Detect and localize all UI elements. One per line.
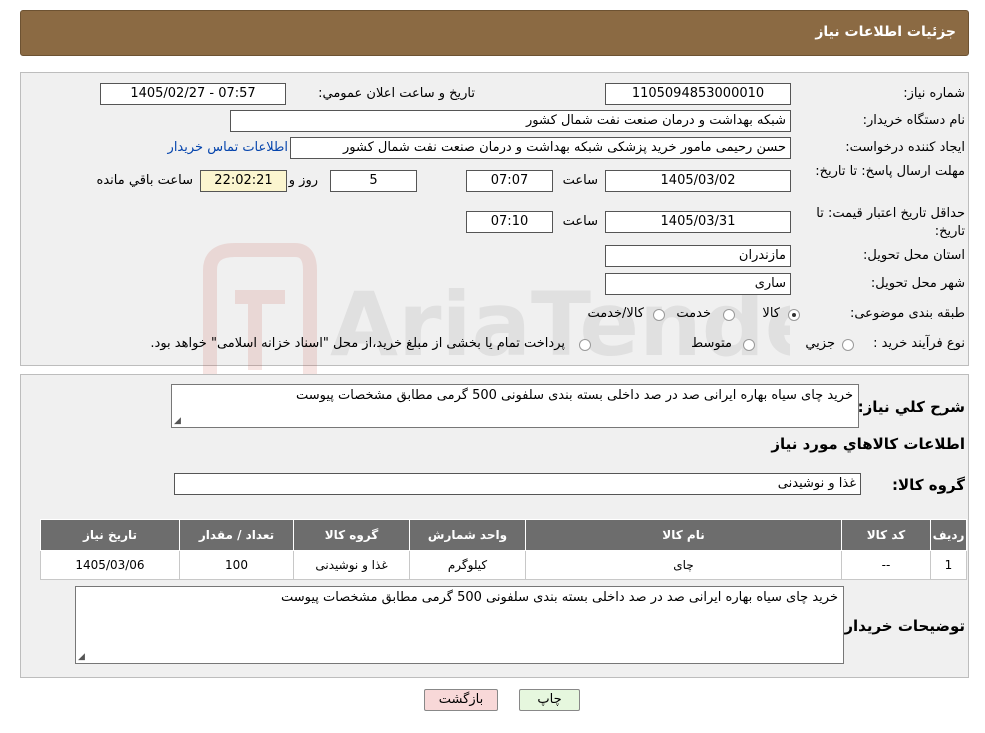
process-option-minor: جزيي [805,336,835,351]
process-treasury-note: پرداخت تمام يا بخشی از مبلغ خريد،از محل … [150,336,565,351]
announce-date-field: 1405/02/27 - 07:57 [100,83,286,105]
cell-row-number: 1 [930,550,967,580]
need-number-label: شماره نیاز: [903,86,965,101]
page-header: جزئیات اطلاعات نیاز [20,10,969,56]
buyer-org-field: شبکه بهداشت و درمان صنعت نفت شمال کشور [230,110,791,132]
resize-handle-icon[interactable]: ◢ [78,652,85,662]
category-radio-goods[interactable] [788,309,800,321]
deadline-date-field: 1405/03/02 [605,170,791,192]
column-header-name: نام کالا [525,519,842,551]
deadline-time-label: ساعت [562,173,598,188]
column-header-row-number: رديف [930,519,967,551]
category-radio-goods-service[interactable] [653,309,665,321]
remaining-time-label: ساعت باقي مانده [96,173,193,188]
cell-need-date: 1405/03/06 [40,550,180,580]
page-title: جزئیات اطلاعات نیاز [815,24,956,40]
cell-unit: کیلوگرم [409,550,526,580]
buyer-contact-link[interactable]: اطلاعات تماس خريدار [168,140,288,155]
description-label: شرح كلي نياز: [857,398,965,416]
buyer-notes-textarea[interactable]: خرید چای سیاه بهاره ایرانی صد در صد داخل… [75,586,844,664]
requester-label: ايجاد کننده درخواست: [845,140,965,155]
buyer-notes-label: توضيحات خريدار: [838,617,965,635]
remaining-time-field: 22:02:21 [200,170,287,192]
cell-code: -- [841,550,931,580]
buyer-org-label: نام دستگاه خريدار: [862,113,965,128]
cell-name: چای [525,550,842,580]
city-label: شهر محل تحويل: [870,276,965,291]
process-option-medium: متوسط [691,336,732,351]
category-option-service: خدمت [676,306,711,321]
description-text: خرید چای سیاه بهاره ایرانی صد در صد داخل… [296,388,853,403]
need-number-field: 1105094853000010 [605,83,791,105]
back-button[interactable]: بازگشت [424,689,498,711]
buyer-notes-text: خرید چای سیاه بهاره ایرانی صد در صد داخل… [281,590,838,605]
deadline-time-field: 07:07 [466,170,553,192]
province-field: مازندران [605,245,791,267]
table-header-row: رديف کد کالا نام کالا واحد شمارش گروه کا… [40,519,967,551]
goods-group-label: گروه کالا: [892,476,965,494]
category-label: طبقه بندی موضوعی: [849,306,965,321]
resize-handle-icon[interactable]: ◢ [174,416,181,426]
validity-date-field: 1405/03/31 [605,211,791,233]
print-button[interactable]: چاپ [519,689,580,711]
days-remaining-field: 5 [330,170,417,192]
category-radio-service[interactable] [723,309,735,321]
goods-info-title: اطلاعات کالاهاي مورد نياز [771,435,965,453]
table-row: 1 -- چای کیلوگرم غذا و نوشیدنی 100 1405/… [40,550,967,580]
process-radio-minor[interactable] [842,339,854,351]
requester-field: حسن رحیمی مامور خرید پزشکی شبکه بهداشت و… [290,137,791,159]
days-label: روز و [288,173,318,188]
column-header-need-date: تاريخ نياز [40,519,180,551]
process-treasury-radio[interactable] [579,339,591,351]
category-option-goods-service: کالا/خدمت [587,306,644,321]
goods-group-field: غذا و نوشیدنی [174,473,861,495]
column-header-unit: واحد شمارش [409,519,526,551]
deadline-label: مهلت ارسال پاسخ: تا تاريخ: [815,164,965,179]
cell-quantity: 100 [179,550,294,580]
announce-date-label: تاريخ و ساعت اعلان عمومي: [318,86,475,101]
price-validity-label: حداقل تاريخ اعتبار قيمت: تا تاريخ: [816,206,965,239]
goods-table: رديف کد کالا نام کالا واحد شمارش گروه کا… [40,519,967,580]
description-textarea[interactable]: خرید چای سیاه بهاره ایرانی صد در صد داخل… [171,384,859,428]
column-header-code: کد کالا [841,519,931,551]
cell-group: غذا و نوشیدنی [293,550,410,580]
province-label: استان محل تحويل: [863,248,965,263]
column-header-group: گروه کالا [293,519,410,551]
process-radio-medium[interactable] [743,339,755,351]
city-field: ساری [605,273,791,295]
process-label: نوع فرآيند خريد : [873,336,965,351]
column-header-quantity: تعداد / مقدار [179,519,294,551]
category-option-goods: کالا [762,306,780,321]
validity-time-label: ساعت [562,214,598,229]
validity-time-field: 07:10 [466,211,553,233]
